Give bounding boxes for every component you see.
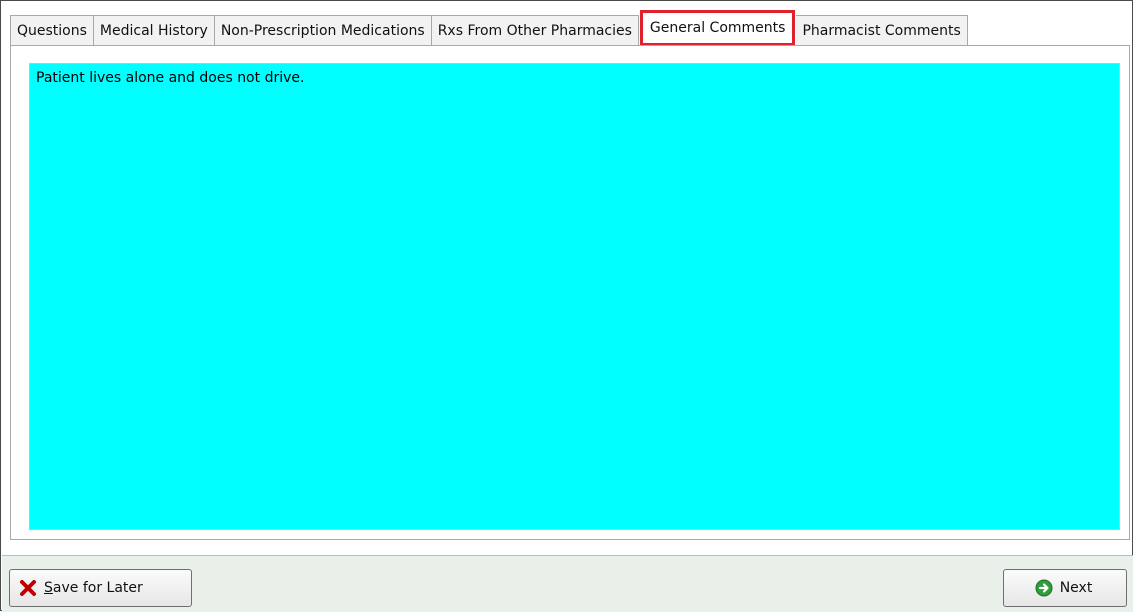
tab-label: Pharmacist Comments [802, 23, 961, 39]
save-for-later-button[interactable]: Save for Later [9, 569, 192, 607]
save-for-later-label: Save for Later [44, 580, 143, 596]
tab-label: Questions [17, 23, 87, 39]
general-comments-textarea[interactable]: Patient lives alone and does not drive. [29, 63, 1120, 530]
tab-medical-history[interactable]: Medical History [93, 15, 215, 46]
footer-bar: Save for Later Next [2, 555, 1133, 612]
tab-bar: Questions Medical History Non-Prescripti… [10, 10, 968, 46]
x-icon [18, 578, 38, 598]
tab-rxs-from-other-pharmacies[interactable]: Rxs From Other Pharmacies [431, 15, 639, 46]
arrow-right-circle-icon [1034, 578, 1054, 598]
tab-general-comments[interactable]: General Comments [639, 10, 796, 46]
next-button[interactable]: Next [1003, 569, 1127, 607]
tab-non-prescription-medications[interactable]: Non-Prescription Medications [214, 15, 432, 46]
tab-pharmacist-comments[interactable]: Pharmacist Comments [796, 15, 968, 46]
general-comments-panel: Patient lives alone and does not drive. [10, 45, 1130, 540]
main-window: Questions Medical History Non-Prescripti… [0, 0, 1133, 612]
next-label: Next [1059, 580, 1093, 596]
tab-label: General Comments [649, 20, 786, 36]
tab-questions[interactable]: Questions [10, 15, 94, 46]
tab-label: Rxs From Other Pharmacies [437, 23, 632, 39]
tab-label: Medical History [99, 23, 208, 39]
tab-label: Non-Prescription Medications [220, 23, 425, 39]
